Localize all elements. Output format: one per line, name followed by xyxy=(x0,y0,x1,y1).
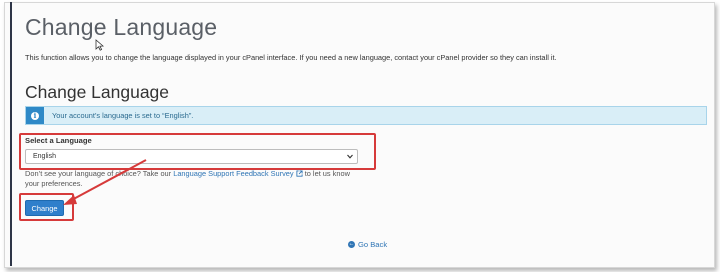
selected-language-value: English xyxy=(33,153,56,160)
select-language-label: Select a Language xyxy=(25,136,92,145)
change-button[interactable]: Change xyxy=(25,200,64,216)
annotation-arrow-icon xyxy=(63,159,147,205)
mouse-cursor-icon xyxy=(95,39,105,51)
feedback-survey-link[interactable]: Language Support Feedback Survey xyxy=(173,169,293,178)
go-back-label: Go Back xyxy=(358,240,388,249)
language-info-alert: i Your account’s language is set to “Eng… xyxy=(25,106,707,125)
chevron-down-icon xyxy=(347,154,353,159)
page-title: Change Language xyxy=(25,14,218,40)
info-icon: i xyxy=(26,107,44,124)
go-back-link[interactable]: ← Go Back xyxy=(348,240,387,249)
external-link-icon xyxy=(296,170,303,177)
left-accent-bar xyxy=(10,2,12,266)
intro-text: This function allows you to change the l… xyxy=(25,53,557,62)
alert-text: Your account’s language is set to “Engli… xyxy=(52,111,194,120)
section-title: Change Language xyxy=(25,82,170,102)
back-arrow-icon: ← xyxy=(348,241,355,248)
